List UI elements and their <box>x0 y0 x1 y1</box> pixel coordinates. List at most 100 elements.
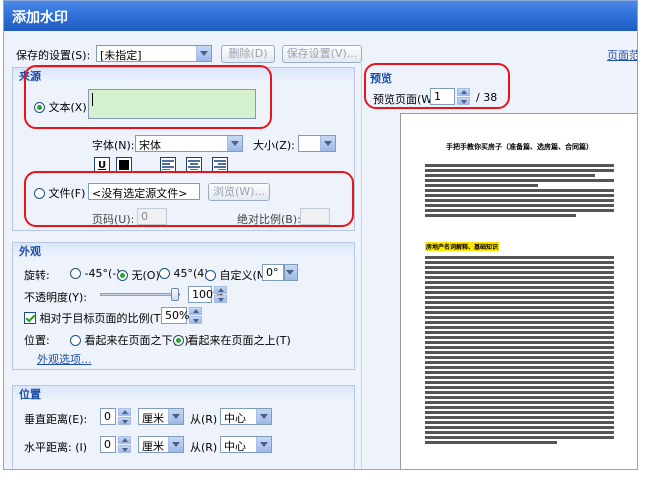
preview-page-value: 1 <box>434 90 441 103</box>
horizontal-unit-select[interactable]: 厘米 <box>138 436 184 453</box>
relative-scale-label: 相对于目标页面的比例(T) <box>39 312 165 325</box>
vertical-from-select[interactable]: 中心 <box>220 408 272 425</box>
rotation-45-radio[interactable]: 45°(4) <box>159 267 209 280</box>
spin-up-icon[interactable] <box>118 436 131 444</box>
opacity-label: 不透明度(Y): <box>24 291 88 304</box>
rotation-minus45-radio[interactable]: -45°(-) <box>70 267 121 280</box>
spin-up-icon[interactable] <box>457 88 470 96</box>
chevron-down-icon[interactable] <box>227 136 242 151</box>
horizontal-from-value: 中心 <box>224 440 246 453</box>
horizontal-distance-stepper[interactable] <box>118 436 131 453</box>
preview-doc-paragraph-1 <box>425 164 614 219</box>
saved-settings-value: [未指定] <box>100 49 142 62</box>
vertical-distance-field[interactable]: 0 <box>100 408 116 425</box>
radio-selected-icon[interactable] <box>117 270 128 281</box>
spin-up-icon[interactable] <box>214 286 227 294</box>
add-watermark-dialog: 添加水印 保存的设置(S): [未指定] 删除(D) 保存设置(V)... 页面… <box>3 0 638 470</box>
radio-unselected-icon[interactable] <box>70 335 81 346</box>
spin-down-icon[interactable] <box>214 295 227 303</box>
radio-unselected-icon[interactable] <box>70 268 81 279</box>
checkbox-checked-icon[interactable] <box>24 312 36 324</box>
vertical-from-value: 中心 <box>224 412 246 425</box>
vertical-distance-value: 0 <box>104 410 111 423</box>
opacity-slider-thumb[interactable] <box>171 288 179 301</box>
position-front-radio[interactable]: 看起来在页面之上(T) <box>173 332 291 348</box>
file-path-field[interactable]: <没有选定源文件> <box>88 183 200 200</box>
absolute-scale-label: 绝对比例(B): <box>237 213 301 226</box>
page-number-value: 0 <box>141 210 148 223</box>
chevron-down-icon[interactable] <box>256 437 271 452</box>
saved-settings-select[interactable]: [未指定] <box>96 45 212 62</box>
rotation-value: 0° <box>266 266 279 279</box>
position-behind-radio[interactable]: 看起来在页面之下(B) <box>70 332 189 348</box>
chevron-down-icon[interactable] <box>285 265 297 280</box>
preview-doc-section-heading: 房地产名词解释、基础知识 <box>425 242 500 251</box>
spin-down-icon[interactable] <box>457 97 470 105</box>
chevron-down-icon[interactable] <box>196 46 211 61</box>
radio-unselected-icon[interactable] <box>205 270 216 281</box>
chevron-down-icon[interactable] <box>256 409 271 424</box>
delete-button[interactable]: 删除(D) <box>221 45 275 63</box>
page-number-field[interactable]: 0 <box>137 208 167 225</box>
rotation-value-field[interactable]: 0° <box>262 264 284 281</box>
relative-scale-field[interactable]: 50% <box>161 307 190 324</box>
text-radio[interactable]: 文本(X) <box>34 99 87 115</box>
position-front-label: 看起来在页面之上(T) <box>187 334 291 347</box>
relative-scale-stepper[interactable] <box>189 307 202 324</box>
save-settings-button[interactable]: 保存设置(V)... <box>282 45 362 63</box>
text-cursor <box>92 93 93 106</box>
radio-unselected-icon[interactable] <box>34 188 45 199</box>
rotation-dropdown[interactable] <box>284 264 298 281</box>
chevron-down-icon[interactable] <box>320 136 335 151</box>
preview-page-field[interactable]: 1 <box>430 88 455 105</box>
horizontal-unit-value: 厘米 <box>142 440 164 453</box>
horizontal-from-select[interactable]: 中心 <box>220 436 272 453</box>
browse-button[interactable]: 浏览(W)... <box>208 183 270 201</box>
opacity-slider-track[interactable] <box>100 288 180 301</box>
page-range-link[interactable]: 页面范 <box>607 47 637 63</box>
rotation-none-radio[interactable]: 无(O) <box>117 267 160 283</box>
vertical-distance-stepper[interactable] <box>118 408 131 425</box>
relative-scale-value: 50% <box>165 309 190 322</box>
align-left-icon <box>162 160 174 170</box>
spin-down-icon[interactable] <box>118 445 131 453</box>
spin-up-icon[interactable] <box>189 307 202 315</box>
absolute-scale-field[interactable] <box>300 208 330 225</box>
spin-down-icon[interactable] <box>118 417 131 425</box>
align-right-button[interactable] <box>212 157 228 173</box>
preview-doc-title: 手把手教你买房子（准备篇、选房篇、合同篇） <box>446 143 593 151</box>
file-radio[interactable]: 文件(F) <box>34 185 85 201</box>
vertical-from-label: 从(R) <box>190 413 218 426</box>
align-center-button[interactable] <box>186 157 202 173</box>
horizontal-distance-value: 0 <box>104 438 111 451</box>
rotation-minus45-label: -45°(-) <box>84 267 121 280</box>
watermark-text-input[interactable] <box>88 89 256 119</box>
text-color-button[interactable] <box>116 157 132 173</box>
appearance-header: 外观 <box>13 242 354 258</box>
underline-button[interactable]: U <box>94 157 110 173</box>
spin-up-icon[interactable] <box>118 408 131 416</box>
align-left-button[interactable] <box>160 157 176 173</box>
opacity-field[interactable]: 100% <box>188 286 223 303</box>
position-group: 位置 <box>12 385 355 469</box>
page-number-label: 页码(U): <box>92 213 135 226</box>
chevron-down-icon[interactable] <box>168 437 183 452</box>
relative-scale-checkbox[interactable]: 相对于目标页面的比例(T) <box>24 310 165 326</box>
align-center-icon <box>188 160 200 170</box>
radio-selected-icon[interactable] <box>34 102 45 113</box>
font-select[interactable]: 宋体 <box>135 135 243 152</box>
radio-unselected-icon[interactable] <box>159 268 170 279</box>
preview-page-stepper[interactable] <box>457 88 470 105</box>
preview-doc-paragraph-2 <box>425 256 614 446</box>
appearance-options-link[interactable]: 外观选项... <box>37 351 92 367</box>
rotation-custom-radio[interactable]: 自定义(M) <box>205 267 271 283</box>
radio-selected-icon[interactable] <box>173 335 184 346</box>
preview-document-page: 手把手教你买房子（准备篇、选房篇、合同篇） 房地产名词解释、基础知识 <box>400 113 637 469</box>
chevron-down-icon[interactable] <box>168 409 183 424</box>
size-select[interactable] <box>298 135 336 152</box>
rotation-none-label: 无(O) <box>131 269 160 282</box>
vertical-unit-select[interactable]: 厘米 <box>138 408 184 425</box>
horizontal-distance-field[interactable]: 0 <box>100 436 116 453</box>
opacity-stepper[interactable] <box>214 286 227 303</box>
spin-down-icon[interactable] <box>189 316 202 324</box>
